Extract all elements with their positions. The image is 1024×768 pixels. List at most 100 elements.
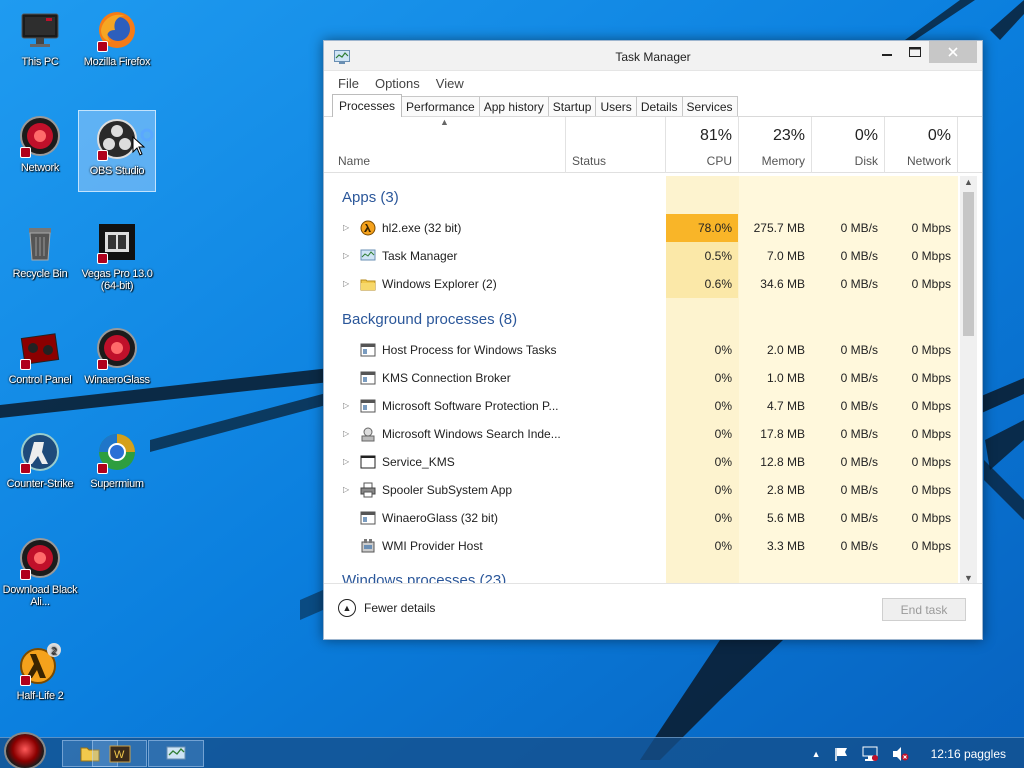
- tab-services[interactable]: Services: [681, 96, 738, 116]
- desktop-icon-recycle-bin[interactable]: Recycle Bin: [1, 214, 79, 296]
- menu-file[interactable]: File: [338, 76, 359, 91]
- scroll-up-icon[interactable]: ▲: [960, 177, 977, 187]
- task-manager-window[interactable]: Task Manager File Options View Processes…: [323, 40, 983, 640]
- fewer-details-label: Fewer details: [364, 601, 436, 615]
- table-row[interactable]: ▷ Task Manager 0.5% 7.0 MB 0 MB/s 0 Mbps: [332, 242, 958, 270]
- shortcut-badge-icon: [97, 463, 108, 474]
- cpu-value: 0%: [714, 343, 732, 357]
- tab-processes[interactable]: Processes: [332, 94, 403, 117]
- column-header-memory[interactable]: 23% Memory: [739, 117, 812, 173]
- vertical-scrollbar[interactable]: ▲ ▼: [960, 176, 977, 584]
- taskbar-task-manager[interactable]: [148, 740, 204, 767]
- desktop-icon-control-panel[interactable]: Control Panel: [1, 320, 79, 402]
- tab-startup[interactable]: Startup: [547, 96, 597, 116]
- minimize-icon: [882, 54, 892, 56]
- expand-chevron-icon[interactable]: ▷: [343, 223, 349, 232]
- network-icon[interactable]: [861, 746, 879, 762]
- disk-value: 0 MB/s: [840, 277, 878, 291]
- alienware-orb-icon: [18, 536, 62, 580]
- end-task-button[interactable]: End task: [882, 598, 966, 621]
- menu-view[interactable]: View: [436, 76, 464, 91]
- show-hidden-icons-icon[interactable]: ▲: [812, 749, 821, 759]
- desktop-icon-label: Network: [20, 162, 60, 174]
- firefox-icon: [95, 8, 139, 52]
- cpu-value: 78.0%: [697, 221, 732, 235]
- search-indexer-icon: [361, 427, 375, 442]
- desktop-icon-firefox[interactable]: Mozilla Firefox: [78, 2, 156, 84]
- column-label: Status: [572, 154, 607, 168]
- table-row[interactable]: ▷ Windows Explorer (2) 0.6% 34.6 MB 0 MB…: [332, 270, 958, 298]
- cpu-total: 81%: [699, 127, 732, 144]
- expand-chevron-icon[interactable]: ▷: [343, 251, 349, 260]
- network-value: 0 Mbps: [911, 371, 951, 385]
- column-header-status[interactable]: Status: [566, 117, 666, 173]
- expand-chevron-icon[interactable]: ▷: [343, 401, 349, 410]
- network-value: 0 Mbps: [911, 483, 951, 497]
- process-list[interactable]: Apps (3) ▷ hl2.exe (32 bit) 78.0% 275.7 …: [332, 176, 958, 584]
- menu-options[interactable]: Options: [375, 76, 420, 91]
- column-header-cpu[interactable]: 81% CPU: [666, 117, 739, 173]
- folder-icon: [360, 279, 376, 291]
- memory-value: 12.8 MB: [760, 455, 805, 469]
- group-header-apps[interactable]: Apps (3): [342, 189, 399, 206]
- tab-users[interactable]: Users: [595, 96, 637, 116]
- table-row[interactable]: ▷ Service_KMS 0% 12.8 MB 0 MB/s 0 Mbps: [332, 448, 958, 476]
- expand-chevron-icon[interactable]: ▷: [343, 429, 349, 438]
- network-value: 0 Mbps: [911, 455, 951, 469]
- clock[interactable]: 12:16 paggles: [931, 747, 1006, 761]
- column-header-disk[interactable]: 0% Disk: [812, 117, 885, 173]
- tab-app-history[interactable]: App history: [478, 96, 549, 116]
- table-row[interactable]: ▷ Spooler SubSystem App 0% 2.8 MB 0 MB/s…: [332, 476, 958, 504]
- fewer-details-button[interactable]: ▲ Fewer details: [338, 599, 435, 617]
- tab-performance[interactable]: Performance: [401, 96, 480, 116]
- network-total: 0%: [927, 127, 951, 144]
- table-row[interactable]: Host Process for Windows Tasks 0% 2.0 MB…: [332, 336, 958, 364]
- table-row[interactable]: ▷ Microsoft Software Protection P... 0% …: [332, 392, 958, 420]
- network-value: 0 Mbps: [911, 221, 951, 235]
- shortcut-badge-icon: [20, 675, 31, 686]
- memory-value: 2.0 MB: [766, 343, 805, 357]
- minimize-button[interactable]: [872, 41, 902, 63]
- table-row[interactable]: ▷ Microsoft Windows Search Inde... 0% 17…: [332, 420, 958, 448]
- desktop-icon-this-pc[interactable]: This PC: [1, 2, 79, 84]
- desktop-icon-vegas-pro[interactable]: Vegas Pro 13.0 (64-bit): [78, 214, 156, 304]
- desktop-icon-supermium[interactable]: Supermium: [78, 424, 156, 506]
- column-header-name[interactable]: ▲ Name: [332, 117, 566, 173]
- expand-chevron-icon[interactable]: ▷: [343, 485, 349, 494]
- taskbar-winaero[interactable]: W: [92, 740, 147, 767]
- action-center-flag-icon[interactable]: [833, 746, 849, 762]
- column-label: CPU: [706, 154, 732, 168]
- desktop-icon-counter-strike[interactable]: Counter-Strike: [1, 424, 79, 506]
- scroll-thumb[interactable]: [963, 192, 974, 336]
- maximize-button[interactable]: [900, 41, 930, 63]
- desktop-icon-label: Mozilla Firefox: [83, 56, 151, 68]
- group-header-background[interactable]: Background processes (8): [342, 311, 517, 328]
- table-row[interactable]: ▷ hl2.exe (32 bit) 78.0% 275.7 MB 0 MB/s…: [332, 214, 958, 242]
- desktop-icon-download[interactable]: Download Black Ali...: [1, 530, 79, 620]
- expand-chevron-icon[interactable]: ▷: [343, 279, 349, 288]
- close-icon: [948, 47, 958, 57]
- close-button[interactable]: [929, 41, 977, 63]
- process-name: Host Process for Windows Tasks: [382, 343, 557, 357]
- volume-muted-icon[interactable]: [891, 746, 909, 762]
- desktop-icon-half-life-2[interactable]: 2 Half-Life 2: [1, 636, 79, 718]
- memory-value: 34.6 MB: [760, 277, 805, 291]
- halflife-icon: 2: [18, 642, 62, 686]
- table-row[interactable]: KMS Connection Broker 0% 1.0 MB 0 MB/s 0…: [332, 364, 958, 392]
- disk-value: 0 MB/s: [840, 483, 878, 497]
- disk-value: 0 MB/s: [840, 371, 878, 385]
- scroll-down-icon[interactable]: ▼: [960, 573, 977, 583]
- tab-details[interactable]: Details: [635, 96, 683, 116]
- app-window-icon: [360, 511, 376, 525]
- expand-chevron-icon[interactable]: ▷: [343, 457, 349, 466]
- table-row[interactable]: WinaeroGlass (32 bit) 0% 5.6 MB 0 MB/s 0…: [332, 504, 958, 532]
- cpu-value: 0%: [714, 399, 732, 413]
- start-button[interactable]: [4, 732, 46, 768]
- desktop-icon-label: This PC: [21, 56, 59, 68]
- desktop-icon-network[interactable]: Network: [1, 108, 79, 190]
- table-row[interactable]: WMI Provider Host 0% 3.3 MB 0 MB/s 0 Mbp…: [332, 532, 958, 560]
- column-header-network[interactable]: 0% Network: [885, 117, 958, 173]
- column-label: Disk: [854, 154, 878, 168]
- desktop-icon-winaeroglass[interactable]: WinaeroGlass: [78, 320, 156, 402]
- title-bar[interactable]: Task Manager: [324, 41, 982, 71]
